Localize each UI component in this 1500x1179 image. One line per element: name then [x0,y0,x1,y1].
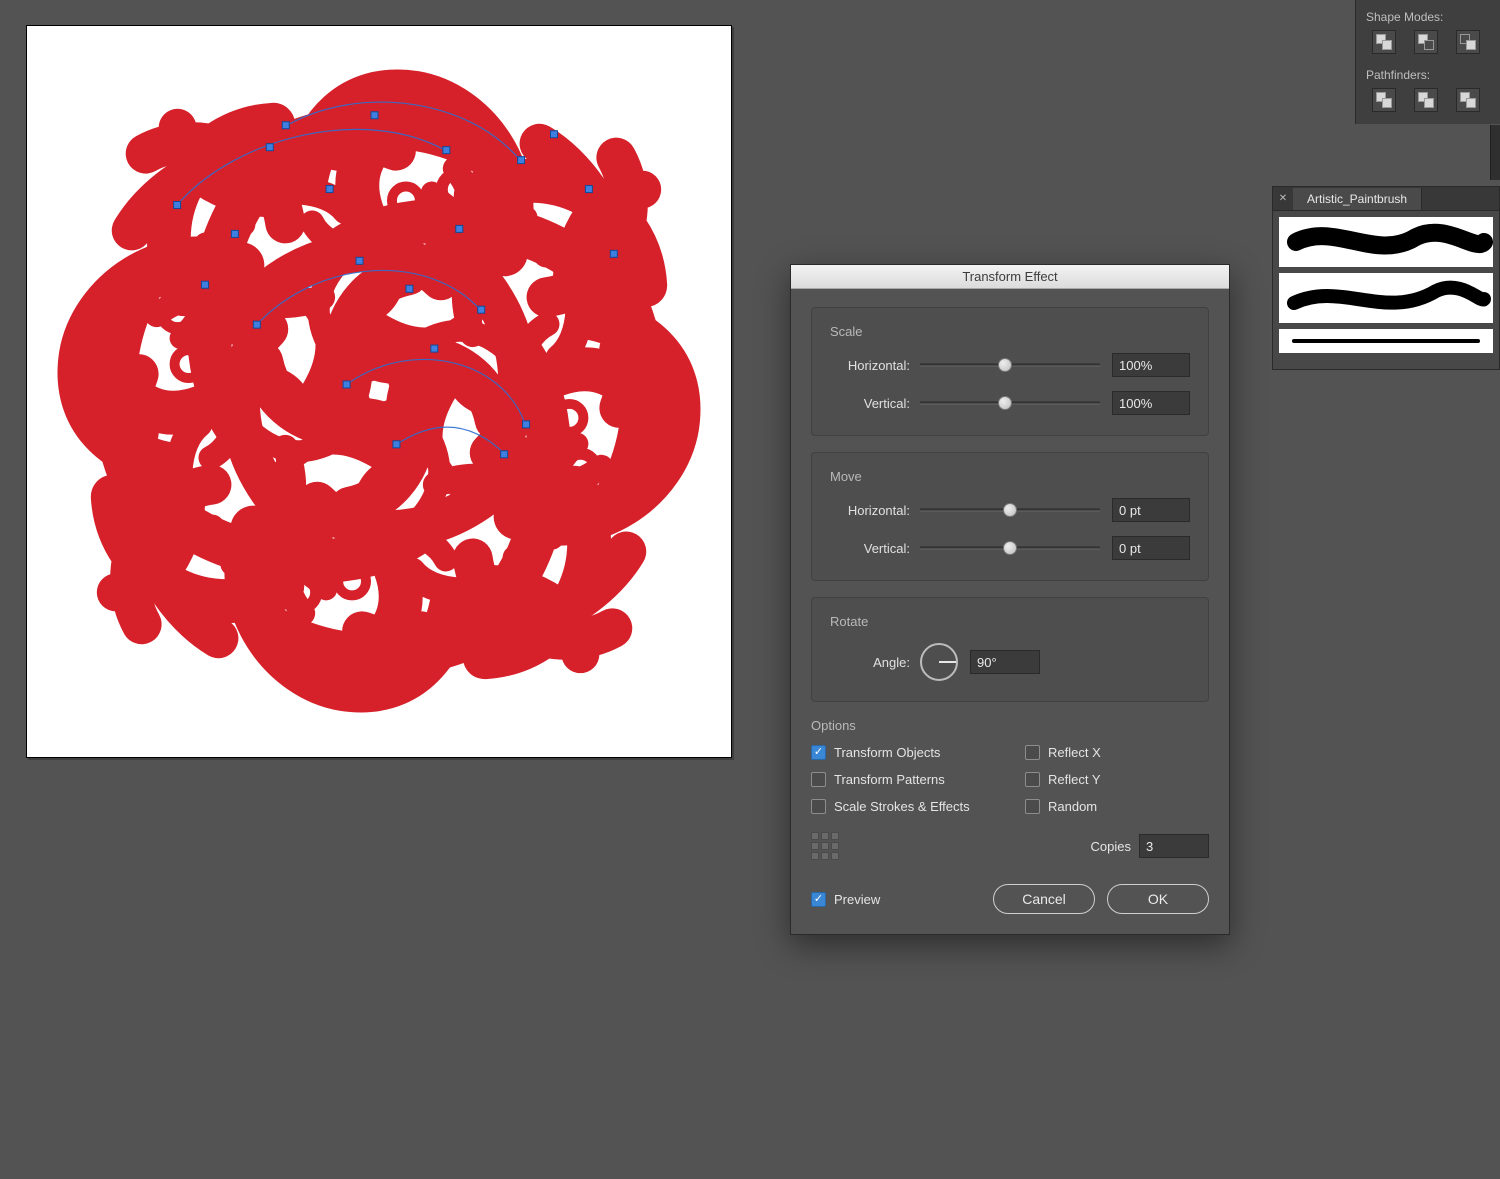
artwork [27,26,731,757]
scale-horizontal-label: Horizontal: [830,358,910,373]
options-title: Options [811,718,1209,733]
move-horizontal-slider[interactable] [920,501,1100,519]
reference-point-grid[interactable] [811,832,839,860]
transform-patterns-label: Transform Patterns [834,772,945,787]
options-section: Options Transform Objects Reflect X Tran… [811,718,1209,860]
shape-mode-intersect-button[interactable] [1456,30,1480,54]
transform-objects-checkbox[interactable]: Transform Objects [811,745,995,760]
copies-label: Copies [1091,839,1131,854]
transform-effect-dialog: Transform Effect Scale Horizontal: Verti… [790,264,1230,935]
scale-strokes-checkbox[interactable]: Scale Strokes & Effects [811,799,995,814]
pathfinders-label: Pathfinders: [1366,68,1490,82]
rotate-angle-input[interactable] [970,650,1040,674]
dialog-title: Transform Effect [791,265,1229,289]
transform-patterns-checkbox[interactable]: Transform Patterns [811,772,995,787]
rotate-title: Rotate [830,614,1190,629]
angle-dial[interactable] [920,643,958,681]
move-vertical-label: Vertical: [830,541,910,556]
pathfinder-merge-button[interactable] [1456,88,1480,112]
random-label: Random [1048,799,1097,814]
cancel-button[interactable]: Cancel [993,884,1095,914]
scale-horizontal-slider[interactable] [920,356,1100,374]
shape-mode-unite-button[interactable] [1372,30,1396,54]
scale-vertical-slider[interactable] [920,394,1100,412]
scale-vertical-input[interactable] [1112,391,1190,415]
brushes-panel: ✕ Artistic_Paintbrush [1272,186,1500,370]
reflect-y-checkbox[interactable]: Reflect Y [1025,772,1209,787]
transform-objects-label: Transform Objects [834,745,940,760]
scale-section: Scale Horizontal: Vertical: [811,307,1209,436]
brush-sample-2[interactable] [1279,273,1493,323]
brushes-panel-tab[interactable]: Artistic_Paintbrush [1293,188,1422,210]
brush-sample-1[interactable] [1279,217,1493,267]
reflect-x-checkbox[interactable]: Reflect X [1025,745,1209,760]
reflect-x-label: Reflect X [1048,745,1101,760]
shape-modes-label: Shape Modes: [1366,10,1490,24]
move-horizontal-input[interactable] [1112,498,1190,522]
shape-mode-minus-front-button[interactable] [1414,30,1438,54]
random-checkbox[interactable]: Random [1025,799,1209,814]
pathfinder-trim-button[interactable] [1414,88,1438,112]
close-icon[interactable]: ✕ [1273,193,1293,204]
reflect-y-label: Reflect Y [1048,772,1101,787]
move-vertical-input[interactable] [1112,536,1190,560]
preview-label: Preview [834,892,880,907]
move-title: Move [830,469,1190,484]
pathfinder-panel: Shape Modes: Pathfinders: [1355,0,1500,124]
move-section: Move Horizontal: Vertical: [811,452,1209,581]
canvas[interactable] [26,25,732,758]
move-vertical-slider[interactable] [920,539,1100,557]
scale-strokes-label: Scale Strokes & Effects [834,799,970,814]
scale-title: Scale [830,324,1190,339]
brush-sample-3[interactable] [1279,329,1493,353]
scale-vertical-label: Vertical: [830,396,910,411]
copies-input[interactable] [1139,834,1209,858]
rotate-section: Rotate Angle: [811,597,1209,702]
scale-horizontal-input[interactable] [1112,353,1190,377]
preview-checkbox[interactable]: Preview [811,892,880,907]
ok-button[interactable]: OK [1107,884,1209,914]
pathfinder-divide-button[interactable] [1372,88,1396,112]
move-horizontal-label: Horizontal: [830,503,910,518]
rotate-angle-label: Angle: [830,655,910,670]
panel-dock-strip[interactable] [1490,125,1500,180]
